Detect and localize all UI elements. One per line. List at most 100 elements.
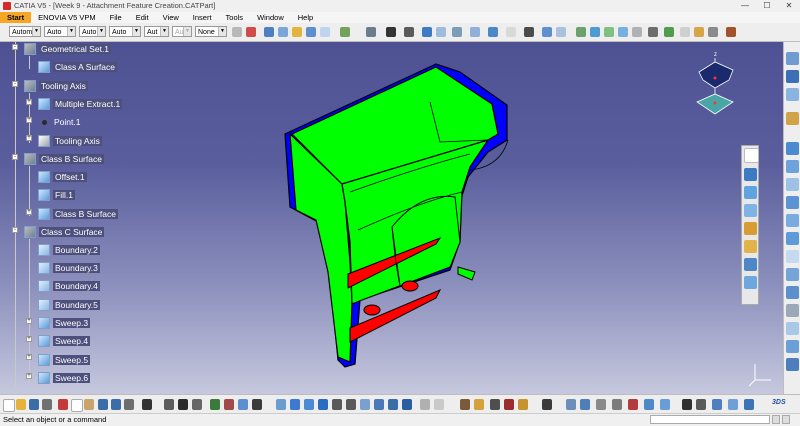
menu-tools[interactable]: Tools: [219, 12, 251, 23]
line-tool-icon[interactable]: [264, 27, 274, 37]
measure-icon[interactable]: [224, 399, 234, 410]
expand-toggle[interactable]: -: [12, 81, 18, 87]
render-style-icon[interactable]: [460, 399, 470, 410]
projection-tool-icon[interactable]: [292, 27, 302, 37]
save-icon[interactable]: [29, 399, 39, 410]
apply-material-icon[interactable]: [712, 399, 722, 410]
analysis-tool-icon[interactable]: [726, 27, 736, 37]
circle-tool-icon[interactable]: [542, 27, 552, 37]
layer-combo[interactable]: None ▼: [195, 26, 227, 37]
point-symbol-combo[interactable]: Aut ▼: [144, 26, 169, 37]
circle-icon[interactable]: [786, 142, 799, 155]
transparency-combo[interactable]: Auto ▼: [44, 26, 76, 37]
brush-icon[interactable]: [232, 27, 242, 37]
wireframe-point-icon[interactable]: [786, 52, 799, 65]
surface-trim-icon[interactable]: [744, 258, 757, 271]
rotate-icon[interactable]: [318, 399, 328, 410]
surface-offset-icon[interactable]: [744, 276, 757, 289]
sphere-surface-icon[interactable]: [786, 232, 799, 245]
spline-icon[interactable]: [786, 160, 799, 173]
dress-up-icon[interactable]: [728, 399, 738, 410]
healing-tool-icon[interactable]: [664, 27, 674, 37]
expand-toggle[interactable]: +: [26, 135, 32, 141]
expand-toggle[interactable]: +: [26, 99, 32, 105]
lighting-icon[interactable]: [474, 399, 484, 410]
surface-tool-icon[interactable]: [320, 27, 330, 37]
zoom-in-icon[interactable]: [332, 399, 342, 410]
tree-node-sweep-4[interactable]: Sweep.4: [38, 334, 91, 348]
normal-view-icon[interactable]: [360, 399, 370, 410]
extract-tool-icon[interactable]: [648, 27, 658, 37]
expand-toggle[interactable]: +: [26, 373, 32, 379]
surface-blend-icon[interactable]: [744, 204, 757, 217]
corner-tool-icon[interactable]: [452, 27, 462, 37]
tree-node-multiple-extract-1[interactable]: Multiple Extract.1: [38, 97, 123, 111]
open-folder-icon[interactable]: [16, 399, 26, 410]
plane-tool-icon[interactable]: [278, 27, 288, 37]
command-help-button[interactable]: [782, 415, 790, 424]
surface-sweep-icon[interactable]: [744, 186, 757, 199]
rendering-style-combo[interactable]: Aut ▼: [172, 26, 192, 37]
visualization-icon[interactable]: [696, 399, 706, 410]
join-surface-icon[interactable]: [786, 268, 799, 281]
tree-node-class-b-join[interactable]: Class B Surface: [38, 207, 118, 221]
projection-icon[interactable]: [786, 112, 799, 125]
fly-mode-icon[interactable]: [276, 399, 286, 410]
compass-widget[interactable]: z: [695, 50, 740, 120]
undo-icon[interactable]: [98, 399, 108, 410]
point-tool-icon[interactable]: [246, 27, 256, 37]
split-tool-icon[interactable]: [488, 27, 498, 37]
menu-help[interactable]: Help: [291, 12, 320, 23]
sweep-tool-icon[interactable]: [590, 27, 600, 37]
linetype-combo[interactable]: Auto ▼: [109, 26, 141, 37]
curve-project-icon[interactable]: [744, 240, 757, 253]
knowledge-tool-icon[interactable]: [386, 27, 396, 37]
3d-viewport[interactable]: - Geometrical Set.1 Class A Surface - To…: [0, 42, 800, 394]
chordal-fillet-icon[interactable]: [708, 27, 718, 37]
expand-toggle[interactable]: -: [12, 44, 18, 50]
parameter-icon[interactable]: [192, 399, 202, 410]
formula-icon[interactable]: [142, 399, 152, 410]
color-combo[interactable]: Autom... ▼: [9, 26, 41, 37]
extrude-tool-icon[interactable]: [340, 27, 350, 37]
knowledge-icon[interactable]: [178, 399, 188, 410]
paste-icon[interactable]: [84, 399, 94, 410]
join-tool-icon[interactable]: [470, 27, 480, 37]
expand-toggle[interactable]: -: [12, 154, 18, 160]
trim-tool-icon[interactable]: [506, 27, 516, 37]
fillet-surface-icon[interactable]: [786, 322, 799, 335]
tree-node-fill-1[interactable]: Fill.1: [38, 188, 75, 202]
magnifier-icon[interactable]: [518, 399, 528, 410]
multi-view-icon[interactable]: [374, 399, 384, 410]
tree-node-class-a-surface[interactable]: Class A Surface: [38, 60, 118, 74]
menu-insert[interactable]: Insert: [186, 12, 219, 23]
distance-analysis-icon[interactable]: [612, 399, 622, 410]
tree-node-class-b-surface-set[interactable]: Class B Surface: [24, 152, 104, 166]
tree-node-sweep-6[interactable]: Sweep.6: [38, 371, 91, 385]
porcupine-icon[interactable]: [628, 399, 638, 410]
curve-tool-icon[interactable]: [306, 27, 316, 37]
tree-node-offset-1[interactable]: Offset.1: [38, 170, 87, 184]
depth-effect-icon[interactable]: [490, 399, 500, 410]
helix-icon[interactable]: [786, 178, 799, 191]
offset-tool-icon[interactable]: [576, 27, 586, 37]
compass-tool-icon[interactable]: [238, 399, 248, 410]
expand-toggle[interactable]: +: [26, 318, 32, 324]
tree-node-sweep-3[interactable]: Sweep.3: [38, 316, 91, 330]
split-surface-icon[interactable]: [786, 286, 799, 299]
tree-node-point-1[interactable]: Point.1: [38, 115, 82, 129]
tree-node-boundary-5[interactable]: Boundary.5: [38, 298, 100, 312]
expand-toggle[interactable]: +: [26, 117, 32, 123]
polyline-tool-icon[interactable]: [436, 27, 446, 37]
print-icon[interactable]: [42, 399, 52, 410]
fog-icon[interactable]: [164, 399, 174, 410]
expand-toggle[interactable]: +: [26, 354, 32, 360]
ground-icon[interactable]: [504, 399, 514, 410]
spline-tool-icon[interactable]: [422, 27, 432, 37]
tree-node-geometrical-set-1[interactable]: Geometrical Set.1: [24, 42, 112, 56]
hide-show-icon[interactable]: [420, 399, 430, 410]
inertia-icon[interactable]: [252, 399, 262, 410]
publication-icon[interactable]: [744, 399, 754, 410]
boundary-surface-icon[interactable]: [786, 304, 799, 317]
catalog-icon[interactable]: [210, 399, 220, 410]
